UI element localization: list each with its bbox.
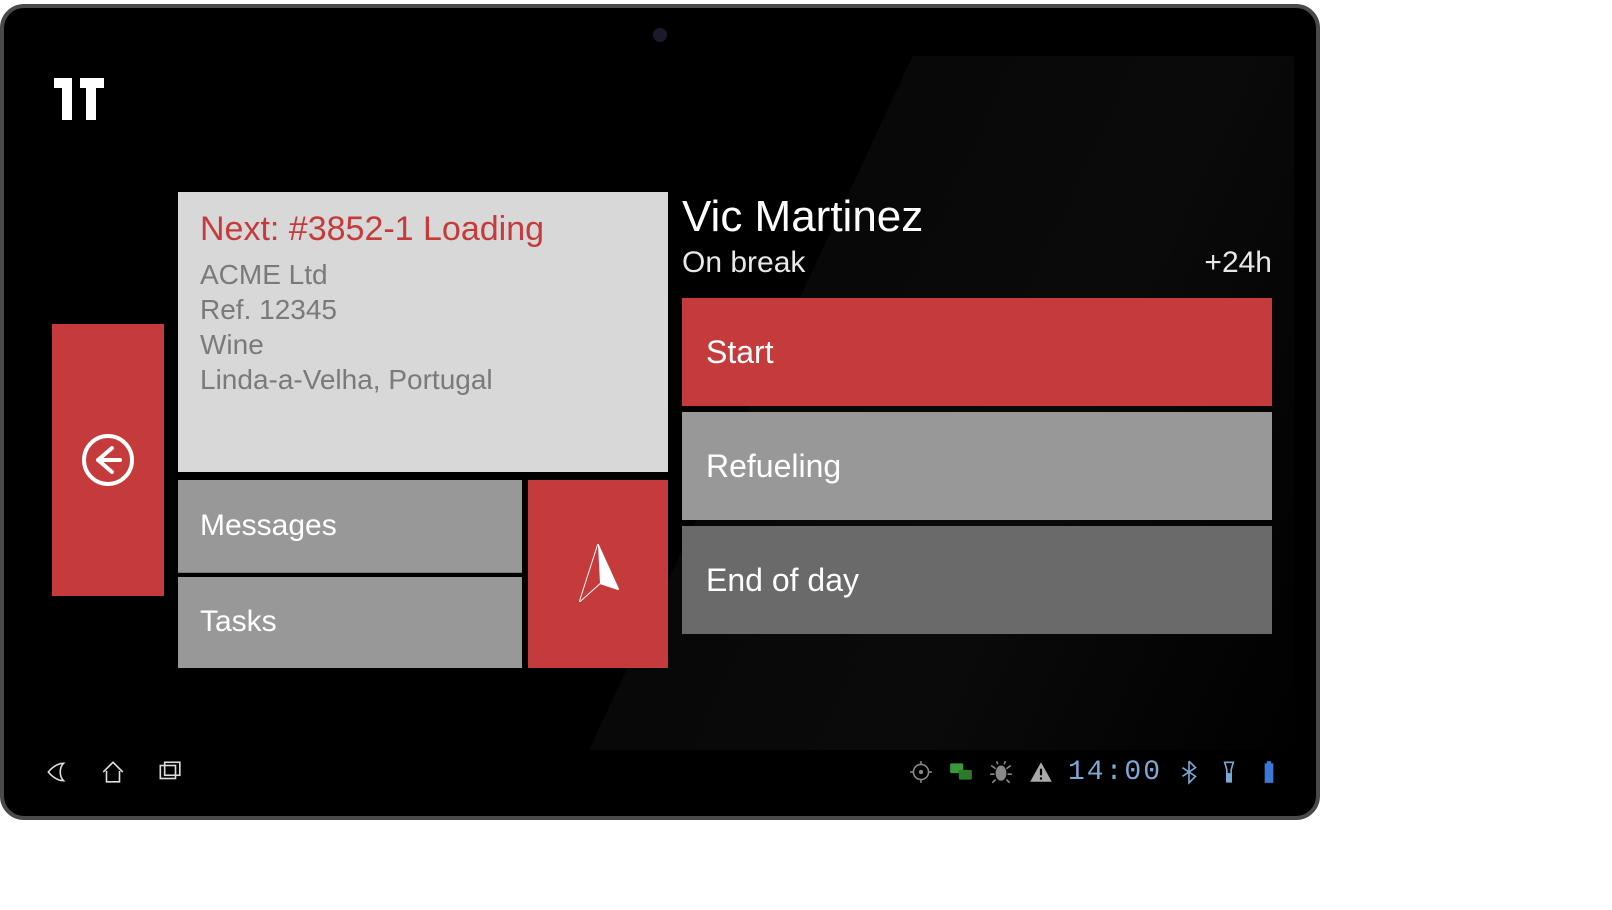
nav-left [38,759,182,785]
debug-status[interactable] [988,759,1014,785]
app-logo [54,78,104,120]
status-clock[interactable]: 14:00 [1068,757,1162,788]
recent-apps-icon [156,759,182,785]
card-title: Next: #3852-1 Loading [200,210,646,249]
start-button[interactable]: Start [682,298,1272,406]
nav-right: 14:00 [908,757,1282,788]
android-navbar: 14:00 [26,750,1294,794]
nav-recent-button[interactable] [156,759,182,785]
gps-target-icon [908,759,934,785]
flashlight-icon [1216,759,1242,785]
screen: Next: #3852-1 Loading ACME Ltd Ref. 1234… [26,56,1294,794]
card-company: ACME Ltd [200,257,646,292]
tasks-label: Tasks [200,605,277,639]
tasks-button[interactable]: Tasks [178,577,522,669]
back-icon [44,759,70,785]
battery-status[interactable] [1256,759,1282,785]
back-button[interactable] [52,324,164,596]
card-location: Linda-a-Velha, Portugal [200,362,646,397]
debug-icon [988,759,1014,785]
chat-icon [948,759,974,785]
driver-time-remaining: +24h [1204,246,1272,280]
driver-name: Vic Martinez [682,192,1272,242]
driver-status-row: On break +24h [682,246,1272,280]
start-label: Start [706,334,774,371]
driver-panel: Vic Martinez On break +24h Start Refueli… [682,192,1272,640]
next-task-card: Next: #3852-1 Loading ACME Ltd Ref. 1234… [178,192,668,668]
front-camera [653,28,667,42]
warning-status[interactable] [1028,759,1054,785]
cursor-arrow-icon [568,539,628,609]
messages-label: Messages [200,509,337,543]
logo-icon [54,78,104,120]
tablet-frame: Next: #3852-1 Loading ACME Ltd Ref. 1234… [0,4,1320,820]
card-actions: Messages Tasks [178,480,668,668]
bluetooth-icon [1176,759,1202,785]
card-reference: Ref. 12345 [200,292,646,327]
home-icon [100,759,126,785]
card-product: Wine [200,327,646,362]
nav-back-button[interactable] [44,759,70,785]
navigate-button[interactable] [528,480,668,668]
driver-status: On break [682,246,805,280]
end-of-day-button[interactable]: End of day [682,526,1272,634]
nav-home-button[interactable] [100,759,126,785]
messages-button[interactable]: Messages [178,480,522,573]
warning-icon [1028,759,1054,785]
refueling-label: Refueling [706,448,841,485]
card-left-buttons: Messages Tasks [178,480,522,668]
refueling-button[interactable]: Refueling [682,412,1272,520]
flashlight-status[interactable] [1216,759,1242,785]
end-of-day-label: End of day [706,562,859,599]
chat-status[interactable] [948,759,974,785]
gps-status[interactable] [908,759,934,785]
back-arrow-circle-icon [80,432,136,488]
battery-icon [1256,759,1282,785]
bluetooth-status[interactable] [1176,759,1202,785]
card-details[interactable]: Next: #3852-1 Loading ACME Ltd Ref. 1234… [178,192,668,472]
